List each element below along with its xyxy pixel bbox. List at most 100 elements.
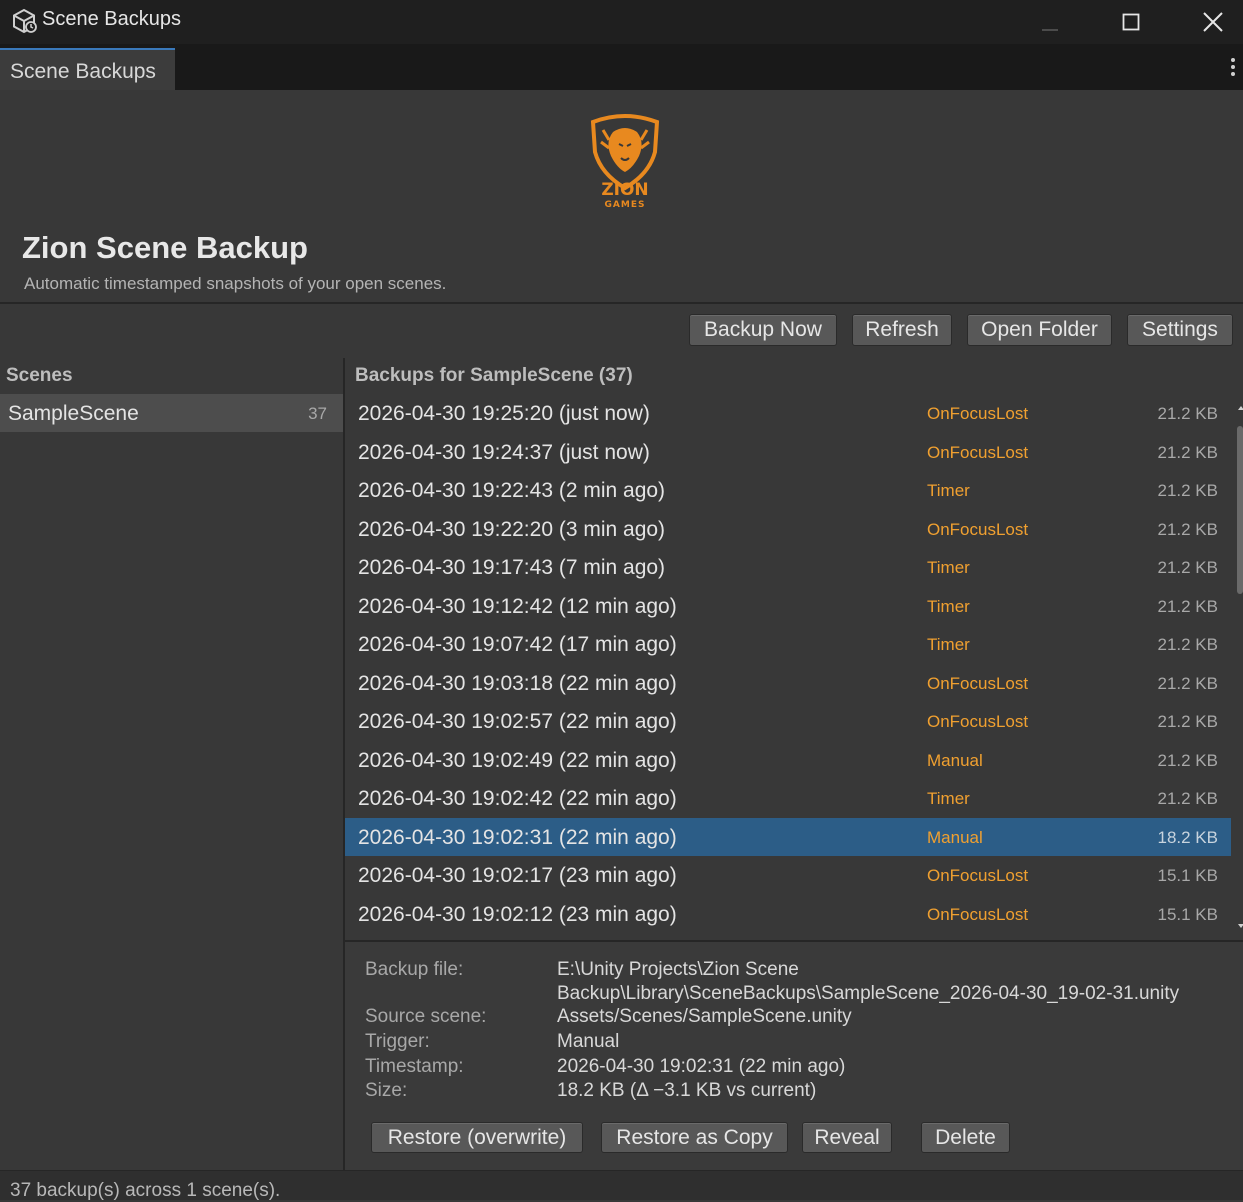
backup-trigger: Timer [927,481,970,500]
header-divider [0,302,1243,304]
close-button[interactable] [1183,0,1243,44]
backup-size: 21.2 KB [1157,789,1219,808]
backup-timestamp: 2026-04-30 19:12:42 (12 min ago) [358,595,677,618]
trigger-value: Manual [557,1031,620,1052]
app-subtitle: Automatic timestamped snapshots of your … [24,274,447,293]
backup-timestamp: 2026-04-30 19:25:20 (just now) [358,402,650,425]
backup-timestamp: 2026-04-30 19:22:43 (2 min ago) [358,479,666,502]
open-folder-button[interactable]: Open Folder [967,314,1112,346]
backup-trigger: OnFocusLost [927,866,1029,885]
status-text: 37 backup(s) across 1 scene(s). [10,1180,281,1201]
backup-trigger: OnFocusLost [927,520,1029,539]
backup-size: 18.2 KB [1157,828,1219,847]
backup-size: 21.2 KB [1157,443,1219,462]
refresh-button[interactable]: Refresh [852,314,952,346]
backup-file-label: Backup file: [365,959,464,980]
maximize-icon [1122,13,1140,31]
backup-trigger: Timer [927,558,970,577]
backup-timestamp: 2026-04-30 19:02:31 (22 min ago) [358,826,677,849]
minimize-button[interactable] [1020,0,1080,44]
scenes-header: Scenes [6,365,73,386]
backup-row[interactable]: 2026-04-30 19:24:37 (just now) OnFocusLos… [345,433,1231,471]
more-options-icon[interactable] [1227,56,1239,80]
backup-timestamp: 2026-04-30 19:07:42 (17 min ago) [358,633,677,656]
backup-row[interactable]: 2026-04-30 19:22:20 (3 min ago) OnFocusLo… [345,510,1231,548]
source-scene-label: Source scene: [365,1006,487,1027]
backup-trigger: OnFocusLost [927,404,1029,423]
backup-file-path-line2: Backup\Library\SceneBackups\SampleScene_… [557,983,1180,1004]
window-title-bar: Scene Backups [0,0,1243,44]
backup-row[interactable]: 2026-04-30 19:02:42 (22 min ago) Timer 21.… [345,779,1231,817]
backup-size: 21.2 KB [1157,520,1219,539]
delete-button[interactable]: Delete [921,1122,1010,1153]
backup-size: 21.2 KB [1157,404,1219,423]
settings-button[interactable]: Settings [1127,314,1233,346]
backup-size: 21.2 KB [1157,481,1219,500]
backup-size: 21.2 KB [1157,635,1219,654]
backup-row[interactable]: 2026-04-30 19:02:12 (23 min ago) OnFocusL… [345,895,1231,933]
backup-timestamp: 2026-04-30 19:02:17 (23 min ago) [358,864,677,887]
backup-row[interactable]: 2026-04-30 19:02:31 (22 min ago) Manual 18… [345,818,1231,856]
backup-file-path-line1: E:\Unity Projects\Zion Scene [557,959,799,980]
backup-trigger: OnFocusLost [927,712,1029,731]
backup-timestamp: 2026-04-30 19:02:57 (22 min ago) [358,710,677,733]
restore-as-copy-button[interactable]: Restore as Copy [601,1122,788,1153]
logo-text-zion: ZION [601,180,648,200]
backups-list: 2026-04-30 19:25:20 (just now) OnFocusLos… [345,394,1231,934]
backup-row[interactable]: 2026-04-30 19:17:43 (7 min ago) Timer 21.2… [345,548,1231,586]
timestamp-value: 2026-04-30 19:02:31 (22 min ago) [557,1056,846,1077]
backup-row[interactable]: 2026-04-30 19:02:57 (22 min ago) OnFocusL… [345,702,1231,740]
backup-trigger: Timer [927,789,970,808]
trigger-label: Trigger: [365,1031,430,1052]
scenes-panel [0,358,344,1170]
backup-trigger: Timer [927,635,970,654]
window-title: Scene Backups [42,8,181,30]
tab-bar: Scene Backups [0,44,1243,90]
restore-overwrite-button[interactable]: Restore (overwrite) [371,1122,583,1153]
backup-size: 21.2 KB [1157,558,1219,577]
zion-games-logo: ZION GAMES [590,114,660,210]
backup-trigger: OnFocusLost [927,674,1029,693]
backup-details-panel: Backup file: E:\Unity Projects\Zion Scen… [345,942,1243,1170]
backup-row[interactable]: 2026-04-30 19:22:43 (2 min ago) Timer 21.2… [345,471,1231,509]
tab-scene-backups[interactable]: Scene Backups [0,48,175,90]
backup-size: 15.1 KB [1157,866,1219,885]
source-scene-value: Assets/Scenes/SampleScene.unity [557,1006,852,1027]
backup-row[interactable]: 2026-04-30 19:25:20 (just now) OnFocusLos… [345,394,1231,432]
maximize-button[interactable] [1101,0,1161,44]
minimize-icon [1042,29,1058,31]
unity-cube-icon [13,8,37,34]
reveal-button[interactable]: Reveal [802,1122,892,1153]
backup-row[interactable]: 2026-04-30 19:12:42 (12 min ago) Timer 21.… [345,587,1231,625]
backup-row[interactable]: 2026-04-30 19:03:18 (22 min ago) OnFocusL… [345,664,1231,702]
backup-timestamp: 2026-04-30 19:03:18 (22 min ago) [358,672,677,695]
backup-timestamp: 2026-04-30 19:17:43 (7 min ago) [358,556,666,579]
scene-backup-count: 37 [308,404,327,423]
backup-size: 21.2 KB [1157,597,1219,616]
backup-trigger: OnFocusLost [927,905,1029,924]
backup-size: 21.2 KB [1157,751,1219,770]
logo-text-games: GAMES [605,200,646,210]
backup-row[interactable]: 2026-04-30 19:07:42 (17 min ago) Timer 21.… [345,625,1231,663]
backup-trigger: Timer [927,597,970,616]
scene-item-samplescene[interactable]: SampleScene 37 [0,394,343,432]
backup-trigger: Manual [927,828,983,847]
backup-timestamp: 2026-04-30 19:02:42 (22 min ago) [358,787,677,810]
scene-name: SampleScene [8,402,139,425]
scroll-down-arrow-icon[interactable] [1238,924,1243,928]
app-title: Zion Scene Backup [22,230,308,265]
backup-row[interactable]: 2026-04-30 19:02:17 (23 min ago) OnFocusL… [345,856,1231,894]
size-value: 18.2 KB (Δ −3.1 KB vs current) [557,1080,817,1101]
backup-now-button[interactable]: Backup Now [689,314,837,346]
backup-trigger: OnFocusLost [927,443,1029,462]
list-scrollbar-thumb[interactable] [1237,426,1243,594]
backup-trigger: Manual [927,751,983,770]
scroll-up-arrow-icon[interactable] [1238,406,1243,410]
close-icon [1203,12,1223,32]
backup-size: 15.1 KB [1157,905,1219,924]
backup-row[interactable]: 2026-04-30 19:02:49 (22 min ago) Manual 21… [345,741,1231,779]
timestamp-label: Timestamp: [365,1056,464,1077]
backup-timestamp: 2026-04-30 19:24:37 (just now) [358,441,650,464]
backup-timestamp: 2026-04-30 19:02:12 (23 min ago) [358,903,677,926]
backups-list-header: Backups for SampleScene (37) [355,365,633,386]
